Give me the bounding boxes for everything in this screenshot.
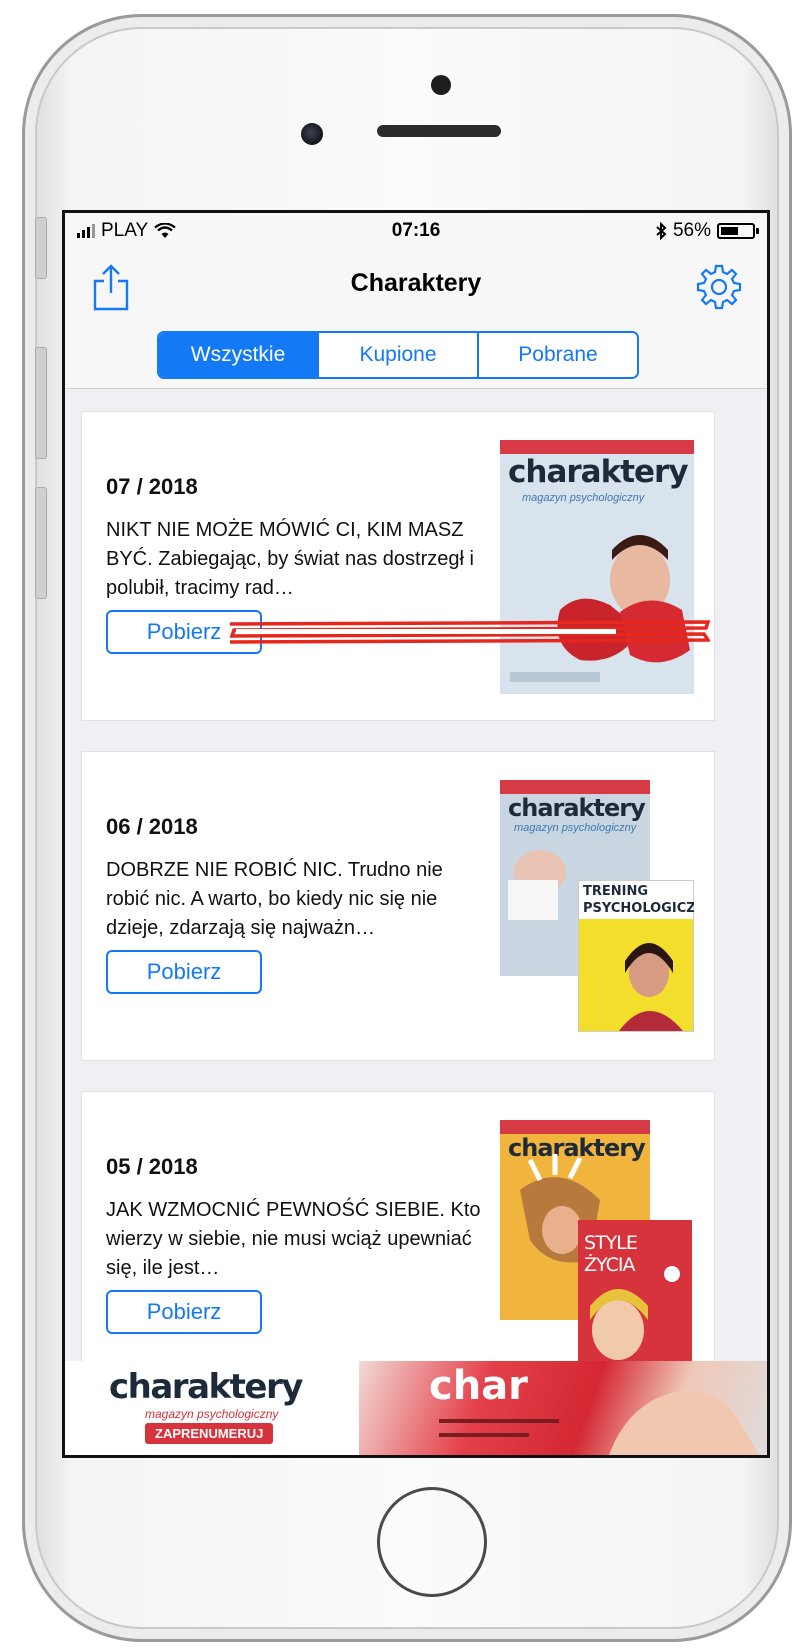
extra-cover: TRENING PSYCHOLOGICZNY xyxy=(578,880,694,1032)
issue-cover[interactable]: charaktery magazyn psychologiczny xyxy=(500,440,694,694)
issue-description: JAK WZMOCNIĆ PEWNOŚĆ SIEBIE. Kto wierzy … xyxy=(106,1199,481,1279)
volume-down-button xyxy=(35,487,47,599)
extra-cover-photo xyxy=(590,1266,680,1360)
issue-date: 06 / 2018 xyxy=(106,814,198,839)
mute-switch xyxy=(35,217,47,279)
extra-cover: STYLE ŻYCIA xyxy=(578,1220,692,1374)
page-title: Charaktery xyxy=(350,269,482,297)
issue-card: 05 / 2018 JAK WZMOCNIĆ PEWNOŚĆ SIEBIE. K… xyxy=(81,1091,715,1401)
battery-icon xyxy=(717,223,759,239)
bluetooth-icon xyxy=(656,222,667,240)
issue-cover[interactable]: charaktery STYLE ŻYCIA xyxy=(500,1120,694,1374)
issue-cover[interactable]: charaktery magazyn psychologiczny TRENIN… xyxy=(500,780,694,1034)
segment-downloaded[interactable]: Pobrane xyxy=(479,333,637,377)
segmented-control: Wszystkie Kupione Pobrane xyxy=(157,331,639,379)
issue-date: 05 / 2018 xyxy=(106,1154,198,1179)
segment-all[interactable]: Wszystkie xyxy=(159,333,319,377)
download-button[interactable]: Pobierz xyxy=(106,610,262,654)
earpiece-speaker xyxy=(377,125,501,137)
front-camera xyxy=(301,123,323,145)
gear-icon[interactable] xyxy=(695,263,743,311)
home-button[interactable] xyxy=(377,1487,487,1597)
banner-subtitle: magazyn psychologiczny xyxy=(145,1407,279,1421)
subscribe-button[interactable]: ZAPRENUMERUJ xyxy=(145,1423,274,1444)
navigation-bar: Charaktery xyxy=(65,247,767,323)
banner-image: char xyxy=(359,1361,767,1455)
issue-description: DOBRZE NIE ROBIĆ NIC. Trudno nie robić n… xyxy=(106,859,443,939)
proximity-sensor xyxy=(431,75,451,95)
extra-cover-photo xyxy=(619,943,683,1031)
battery-percent: 56% xyxy=(672,220,711,241)
download-button[interactable]: Pobierz xyxy=(106,1290,262,1334)
issue-card: 06 / 2018 DOBRZE NIE ROBIĆ NIC. Trudno n… xyxy=(81,751,715,1061)
segment-purchased[interactable]: Kupione xyxy=(319,333,479,377)
hand-illustration xyxy=(439,1390,759,1455)
volume-up-button xyxy=(35,347,47,459)
issue-description: NIKT NIE MOŻE MÓWIĆ CI, KIM MASZ BYĆ. Za… xyxy=(106,519,474,599)
download-button[interactable]: Pobierz xyxy=(106,950,262,994)
banner-logo: charaktery xyxy=(109,1367,303,1407)
issue-card: 07 / 2018 NIKT NIE MOŻE MÓWIĆ CI, KIM MA… xyxy=(81,411,715,721)
segment-bar: Wszystkie Kupione Pobrane xyxy=(65,323,767,389)
cover-photo xyxy=(510,535,690,682)
screen: PLAY 07:16 56% Charaktery Wszystkie Kupi… xyxy=(62,210,770,1458)
subscription-banner[interactable]: charaktery magazyn psychologiczny ZAPREN… xyxy=(65,1361,767,1455)
issue-date: 07 / 2018 xyxy=(106,474,198,499)
status-bar: PLAY 07:16 56% xyxy=(65,213,767,247)
